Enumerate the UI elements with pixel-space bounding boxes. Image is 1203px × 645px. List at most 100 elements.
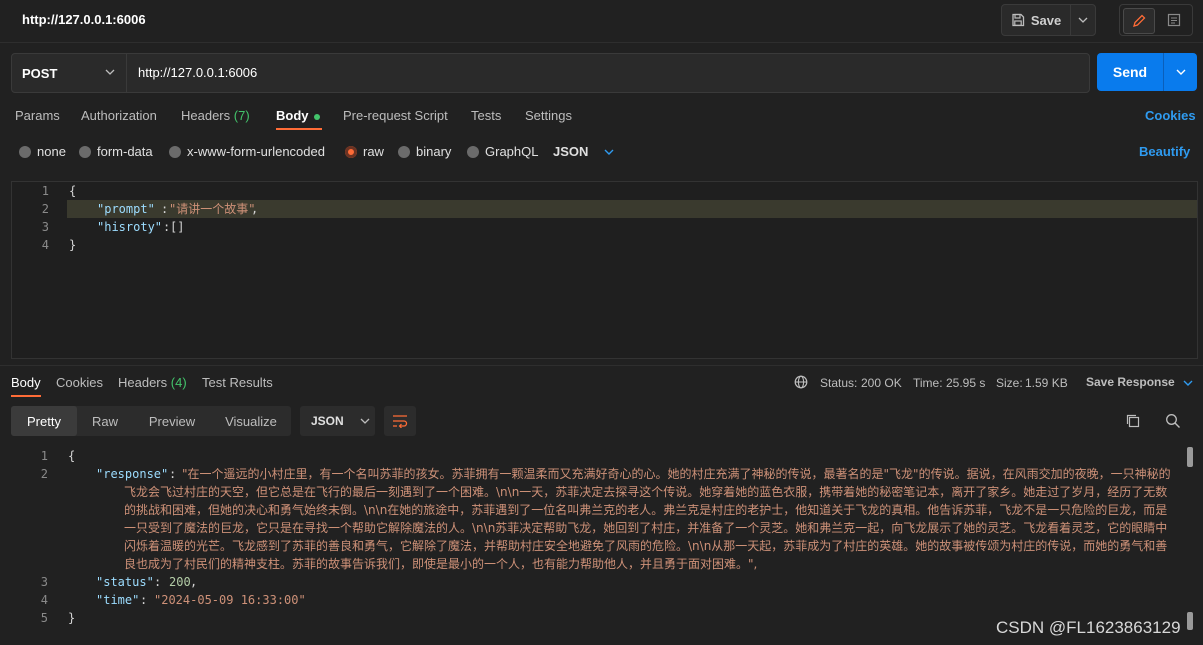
tab-body-label: Body: [276, 108, 309, 123]
response-tab-body[interactable]: Body: [11, 375, 41, 390]
edit-mode-button[interactable]: [1123, 8, 1155, 34]
json-key: "response": [96, 467, 169, 481]
search-icon[interactable]: [1165, 413, 1181, 429]
tab-params[interactable]: Params: [15, 108, 60, 123]
line-number: 3: [40, 575, 48, 589]
view-mode-group: Pretty Raw Preview Visualize: [11, 406, 291, 436]
json-value: "请讲一个故事": [169, 202, 256, 216]
radio-circle: [79, 145, 91, 158]
send-options-button[interactable]: [1164, 53, 1197, 91]
line-number: 1: [40, 449, 48, 463]
tab-settings[interactable]: Settings: [525, 108, 572, 123]
colon: :: [169, 467, 177, 481]
title-bar: http://127.0.0.1:6006 Save: [0, 0, 1203, 43]
status-label: Status:: [820, 376, 858, 390]
headers-count: (7): [233, 108, 250, 123]
time-label: Time:: [913, 376, 943, 390]
response-body-viewer[interactable]: 1 { 2 "response" : "在一个遥远的小村庄里，有一个名叫苏菲的孩…: [11, 447, 1196, 633]
document-icon: [1167, 13, 1181, 27]
section-divider: [0, 365, 1203, 366]
pencil-icon: [1132, 14, 1146, 28]
method-select[interactable]: POST: [12, 54, 127, 92]
radio-urlencoded[interactable]: x-www-form-urlencoded: [169, 144, 325, 159]
save-group: Save: [1001, 4, 1096, 36]
line-number: 4: [40, 593, 48, 607]
json-key: "prompt": [97, 202, 155, 216]
save-label: Save: [1030, 12, 1062, 28]
code-line-highlighted: "prompt" : "请讲一个故事" ,: [67, 200, 1197, 218]
status-value[interactable]: 200 OK: [861, 376, 902, 390]
scrollbar-thumb[interactable]: [1187, 447, 1193, 467]
response-tab-headers[interactable]: Headers (4): [118, 375, 187, 390]
view-pretty-button[interactable]: Pretty: [11, 406, 77, 436]
time-value[interactable]: 25.95 s: [946, 376, 985, 390]
wrap-lines-button[interactable]: [384, 406, 416, 436]
response-headers-count: (4): [170, 375, 187, 390]
wrap-lines-icon: [392, 414, 408, 428]
response-text-line: 飞龙会飞过村庄的天空，但它总是在飞行的最后一刻遇到了一个困难。\n\n一天，苏菲…: [124, 485, 1168, 499]
radio-graphql[interactable]: GraphQL: [467, 144, 538, 159]
view-raw-button[interactable]: Raw: [77, 406, 133, 436]
line-number: 2: [41, 202, 49, 216]
url-input[interactable]: http://127.0.0.1:6006: [138, 65, 257, 80]
send-button[interactable]: Send: [1097, 53, 1164, 91]
cookies-link[interactable]: Cookies: [1145, 108, 1196, 123]
radio-raw-label: raw: [363, 144, 384, 159]
save-options-button[interactable]: [1071, 5, 1095, 35]
save-response-button[interactable]: Save Response: [1086, 375, 1193, 389]
body-format-select[interactable]: JSON: [553, 144, 614, 159]
tab-tests[interactable]: Tests: [471, 108, 501, 123]
scrollbar-thumb-bottom[interactable]: [1187, 612, 1193, 630]
code-line: 3 "hisroty" : []: [12, 218, 1197, 236]
size-value[interactable]: 1.59 KB: [1025, 376, 1068, 390]
save-button[interactable]: Save: [1002, 5, 1071, 35]
beautify-link[interactable]: Beautify: [1139, 144, 1190, 159]
json-key: "hisroty": [97, 220, 163, 234]
documentation-mode-button[interactable]: [1159, 8, 1189, 32]
chevron-down-icon: [1078, 17, 1088, 23]
tab-headers[interactable]: Headers (7): [181, 108, 250, 123]
radio-form-data[interactable]: form-data: [79, 144, 153, 159]
watermark: CSDN @FL1623863129: [996, 618, 1181, 637]
code-brace: {: [69, 184, 77, 198]
active-tab-indicator: [276, 128, 322, 130]
body-indicator-dot: [313, 113, 320, 120]
code-line: 4 }: [12, 236, 1197, 254]
active-response-tab-indicator: [11, 395, 41, 397]
line-number: 1: [41, 184, 49, 198]
radio-graphql-label: GraphQL: [485, 144, 539, 159]
json-key: "time": [96, 593, 140, 607]
chevron-down-icon: [1176, 69, 1186, 75]
method-label: POST: [22, 66, 58, 81]
chevron-down-icon: [1183, 380, 1193, 386]
response-tab-cookies[interactable]: Cookies: [56, 375, 103, 390]
radio-none[interactable]: none: [19, 144, 66, 159]
colon: :: [161, 202, 169, 216]
send-group: Send: [1097, 53, 1197, 91]
response-format-label: JSON: [311, 414, 344, 428]
view-visualize-button[interactable]: Visualize: [211, 406, 291, 436]
radio-none-label: none: [37, 144, 66, 159]
url-bar: POST http://127.0.0.1:6006: [11, 53, 1090, 93]
copy-icon[interactable]: [1125, 413, 1141, 429]
colon: :: [140, 593, 148, 607]
request-title[interactable]: http://127.0.0.1:6006: [22, 12, 146, 27]
radio-raw[interactable]: raw: [345, 144, 384, 159]
response-text-line: 一只受到了魔法的巨龙，它只是在寻找一个帮助它解除魔法的人。\n\n苏菲决定帮助飞…: [124, 521, 1168, 535]
code-brace: {: [68, 449, 76, 463]
chevron-down-icon: [604, 149, 614, 155]
tab-authorization[interactable]: Authorization: [81, 108, 157, 123]
request-body-editor[interactable]: 1 { "prompt" : "请讲一个故事" , 2 3 "hisroty" …: [11, 181, 1198, 359]
json-value: 200: [169, 575, 191, 589]
response-tab-test-results[interactable]: Test Results: [202, 375, 273, 390]
radio-binary[interactable]: binary: [398, 144, 451, 159]
response-format-select[interactable]: JSON: [300, 406, 375, 436]
chevron-down-icon: [360, 418, 370, 424]
radio-circle: [169, 145, 181, 158]
tab-body[interactable]: Body: [276, 108, 320, 123]
globe-icon[interactable]: [794, 375, 808, 389]
view-preview-button[interactable]: Preview: [133, 406, 211, 436]
radio-urlencoded-label: x-www-form-urlencoded: [187, 144, 325, 159]
comma: ,: [190, 575, 198, 589]
tab-prerequest-script[interactable]: Pre-request Script: [343, 108, 448, 123]
